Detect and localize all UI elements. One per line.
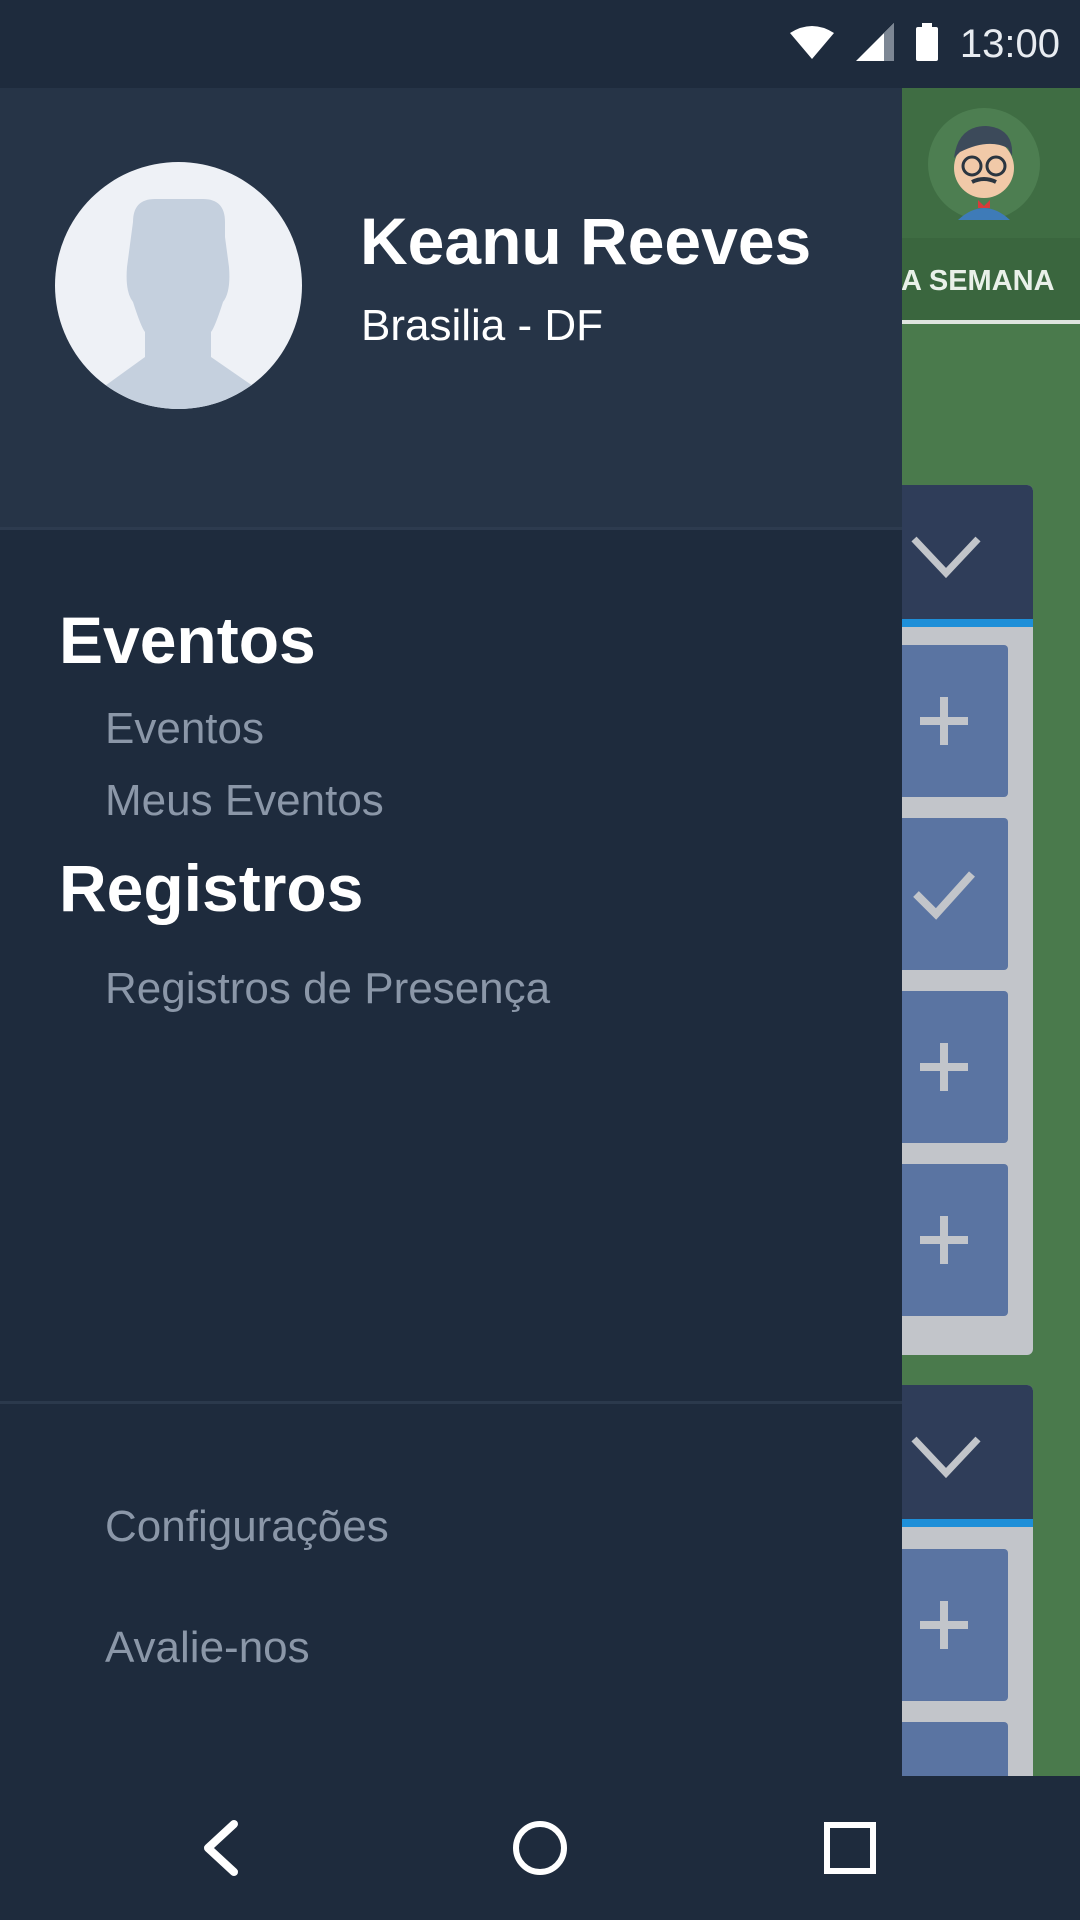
- card-header[interactable]: [880, 1385, 1033, 1527]
- card-header[interactable]: [880, 485, 1033, 627]
- tab-semana[interactable]: DA SEMANA: [880, 238, 1055, 324]
- plus-icon: [920, 1043, 968, 1091]
- status-time: 13:00: [959, 21, 1060, 66]
- plus-icon: [920, 1601, 968, 1649]
- check-icon: [913, 871, 975, 920]
- avatar[interactable]: [55, 162, 302, 409]
- section-title-registros: Registros: [59, 851, 364, 925]
- menu-item-registros-de-presenca[interactable]: Registros de Presença: [105, 964, 550, 1014]
- recents-icon: [824, 1822, 876, 1874]
- home-icon: [513, 1821, 567, 1875]
- back-button[interactable]: [170, 1798, 270, 1898]
- user-location: Brasilia - DF: [361, 301, 604, 350]
- menu-item-avalie-nos[interactable]: Avalie-nos: [105, 1623, 310, 1673]
- navigation-bar: [0, 1776, 1080, 1920]
- plus-icon: [920, 1216, 968, 1264]
- battery-icon: [915, 22, 938, 66]
- navigation-drawer: Keanu Reeves Brasilia - DF Eventos Event…: [0, 88, 902, 1776]
- schedule-card: [880, 1385, 1033, 1776]
- section-title-eventos: Eventos: [59, 603, 316, 677]
- schedule-card: [880, 485, 1033, 1355]
- user-placeholder-icon: [73, 199, 287, 409]
- menu-item-configuracoes[interactable]: Configurações: [105, 1502, 389, 1552]
- chevron-down-icon: [911, 1436, 981, 1479]
- wifi-icon: [789, 25, 834, 64]
- menu-item-meus-eventos[interactable]: Meus Eventos: [105, 776, 384, 826]
- plus-icon: [920, 697, 968, 745]
- status-bar: 13:00: [0, 0, 1080, 88]
- chevron-down-icon: [911, 536, 981, 579]
- drawer-header: Keanu Reeves Brasilia - DF: [0, 88, 902, 530]
- back-icon: [204, 1820, 238, 1876]
- app-avatar[interactable]: [928, 108, 1040, 220]
- screen: 13:00 DA SEMANA Keanu Reeves Brasilia - …: [0, 0, 1080, 1920]
- cell-signal-icon: [855, 22, 894, 66]
- drawer-divider: [0, 1401, 902, 1404]
- recents-button[interactable]: [800, 1798, 900, 1898]
- user-name: Keanu Reeves: [360, 204, 812, 278]
- home-button[interactable]: [490, 1798, 590, 1898]
- menu-item-eventos[interactable]: Eventos: [105, 704, 264, 754]
